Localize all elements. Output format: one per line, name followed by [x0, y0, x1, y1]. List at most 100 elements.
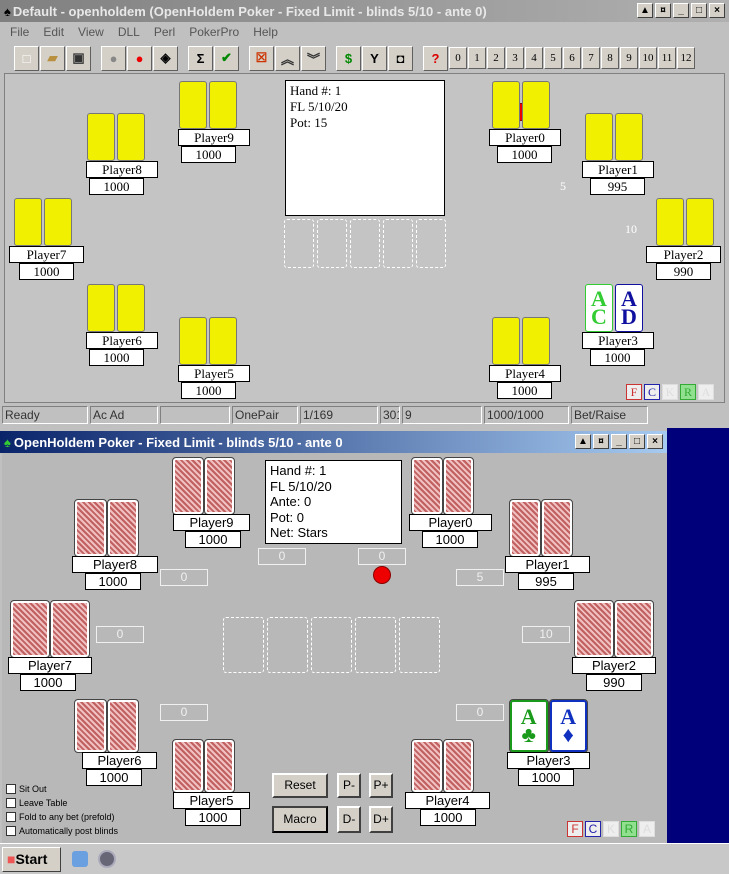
- seat-button-2[interactable]: 2: [487, 47, 505, 69]
- action-F: F: [626, 384, 642, 400]
- player-stack: 1000: [590, 349, 645, 366]
- p-minus-button[interactable]: P-: [337, 773, 361, 798]
- red-x-icon: ☒: [255, 50, 268, 65]
- card-back: [74, 499, 107, 557]
- hole-cards-player4: [489, 317, 553, 365]
- help-question-button[interactable]: ?: [423, 45, 448, 71]
- seat-button-4[interactable]: 4: [525, 47, 543, 69]
- menu-pokerpro[interactable]: PokerPro: [189, 25, 239, 39]
- reset-button[interactable]: Reset: [272, 773, 328, 798]
- status-pane: 9: [402, 406, 482, 424]
- arrow-up-button[interactable]: ▲: [575, 434, 591, 449]
- menu-file[interactable]: File: [10, 25, 29, 39]
- bet-box-player6: 0: [160, 704, 208, 721]
- red-circle-button[interactable]: ●: [127, 45, 152, 71]
- checkbox-label: Sit Out: [19, 784, 47, 794]
- ie-icon[interactable]: [72, 851, 88, 867]
- menu-view[interactable]: View: [78, 25, 104, 39]
- hand-info-box: Hand #: 1 FL 5/10/20 Pot: 15: [285, 80, 445, 216]
- menu-dll[interactable]: DLL: [118, 25, 140, 39]
- start-button[interactable]: ■Start: [2, 847, 61, 872]
- board-cards: [223, 617, 440, 673]
- hole-cards-player1: [507, 499, 575, 557]
- hole-cards-player0: [409, 457, 476, 515]
- board-card-slot: [416, 219, 446, 268]
- hole-cards-player2: [572, 600, 656, 658]
- red-x-button[interactable]: ☒: [249, 45, 274, 71]
- checkbox[interactable]: [6, 798, 16, 808]
- card-back: [585, 113, 613, 161]
- save-button[interactable]: ▣: [66, 45, 91, 71]
- seat-button-0[interactable]: 0: [449, 47, 467, 69]
- card-back: [509, 499, 541, 557]
- card-back: [44, 198, 72, 246]
- checkbox-row[interactable]: Fold to any bet (prefold): [6, 812, 115, 822]
- player-stack: 990: [656, 263, 711, 280]
- status-bar: ReadyAc Ad OnePair1/169301/4/69591000/100…: [0, 405, 729, 425]
- macro-button[interactable]: Macro: [272, 806, 328, 833]
- checkbox-row[interactable]: Automatically post blinds: [6, 826, 118, 836]
- minimize-button[interactable]: _: [673, 3, 689, 18]
- checkbox[interactable]: [6, 784, 16, 794]
- action-K: K: [603, 821, 619, 837]
- d-plus-button[interactable]: D+: [369, 806, 393, 833]
- open-folder-button[interactable]: ▰: [40, 45, 65, 71]
- pin-button[interactable]: ¤: [593, 434, 609, 449]
- seat-button-1[interactable]: 1: [468, 47, 486, 69]
- maximize-button[interactable]: □: [629, 434, 645, 449]
- pin-button[interactable]: ¤: [655, 3, 671, 18]
- close-button[interactable]: ×: [709, 3, 725, 18]
- seat-button-3[interactable]: 3: [506, 47, 524, 69]
- seat-button-12[interactable]: 12: [677, 47, 695, 69]
- card-back: [574, 600, 614, 658]
- hole-cards-player6: [84, 284, 148, 332]
- player-stack: 1000: [85, 573, 141, 590]
- menu-edit[interactable]: Edit: [43, 25, 64, 39]
- seat-button-8[interactable]: 8: [601, 47, 619, 69]
- d-minus-button[interactable]: D-: [337, 806, 361, 833]
- arrow-up-button[interactable]: ▲: [637, 3, 653, 18]
- seat-button-5[interactable]: 5: [544, 47, 562, 69]
- sigma-button[interactable]: Σ: [188, 45, 213, 71]
- status-pane: 1000/1000: [484, 406, 569, 424]
- seat-button-10[interactable]: 10: [639, 47, 657, 69]
- quicklaunch-icon[interactable]: [98, 850, 116, 868]
- new-file-button[interactable]: □: [14, 45, 39, 71]
- card-back: [442, 739, 474, 793]
- chevron-down-button[interactable]: ︾: [301, 45, 326, 71]
- green-check-button[interactable]: ✔: [214, 45, 239, 71]
- seat-button-11[interactable]: 11: [658, 47, 676, 69]
- menu-help[interactable]: Help: [253, 25, 278, 39]
- gray-circle-button[interactable]: ●: [101, 45, 126, 71]
- seat-button-6[interactable]: 6: [563, 47, 581, 69]
- seat-button-7[interactable]: 7: [582, 47, 600, 69]
- money-lock-button[interactable]: $: [336, 45, 361, 71]
- player-stack: 1000: [19, 263, 74, 280]
- board-card-slot: [223, 617, 264, 673]
- player-stack: 1000: [181, 146, 236, 163]
- info-line: Pot: 0: [270, 509, 304, 525]
- menu-perl[interactable]: Perl: [154, 25, 175, 39]
- seat-button-9[interactable]: 9: [620, 47, 638, 69]
- camera-button[interactable]: ◘: [388, 45, 413, 71]
- minimize-button[interactable]: _: [611, 434, 627, 449]
- maximize-button[interactable]: □: [691, 3, 707, 18]
- hand-info-box: Hand #: 1 FL 5/10/20 Ante: 0 Pot: 0 Net: Sta…: [265, 460, 402, 544]
- open-folder-icon: ▰: [47, 50, 58, 65]
- checkbox-label: Leave Table: [19, 798, 68, 808]
- cocktail-icon: Y: [370, 50, 379, 66]
- cocktail-button[interactable]: Y: [362, 45, 387, 71]
- checkbox-row[interactable]: Sit Out: [6, 784, 47, 794]
- checkbox[interactable]: [6, 812, 16, 822]
- chevron-up-button[interactable]: ︽: [275, 45, 300, 71]
- gray-circle-icon: ●: [109, 50, 118, 66]
- player-stack: 995: [518, 573, 574, 590]
- info-line: Ante: 0: [270, 494, 312, 509]
- checkbox-row[interactable]: Leave Table: [6, 798, 67, 808]
- p-plus-button[interactable]: P+: [369, 773, 393, 798]
- checkbox[interactable]: [6, 826, 16, 836]
- target-button[interactable]: ◈: [153, 45, 178, 71]
- player-stack: 1000: [20, 674, 76, 691]
- card-suit: ♦: [562, 722, 574, 747]
- close-button[interactable]: ×: [647, 434, 663, 449]
